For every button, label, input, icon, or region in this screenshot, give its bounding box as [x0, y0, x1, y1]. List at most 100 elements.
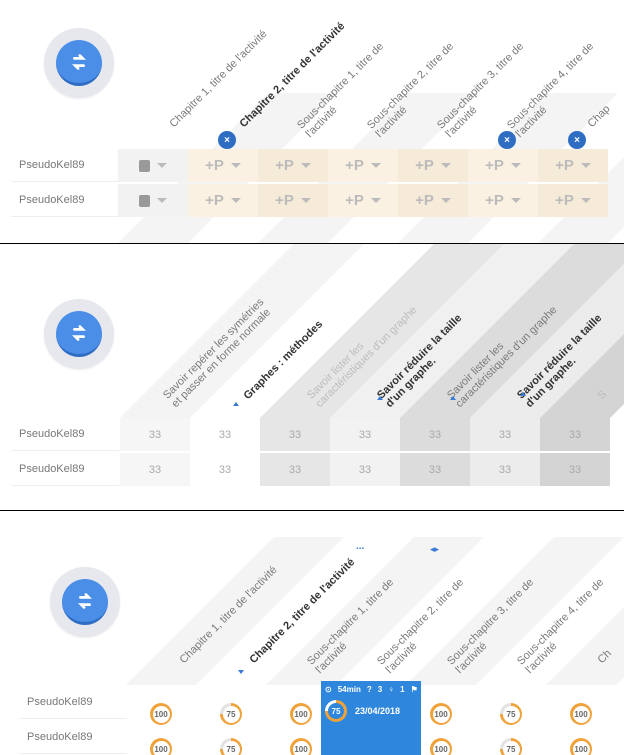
score-cell[interactable]: 33 — [260, 453, 330, 486]
panel-scores: Chapitre 1, titre de l'activité Chapitre… — [0, 511, 624, 755]
score-cell[interactable]: 33 — [540, 418, 610, 451]
score-ring[interactable]: 100 — [430, 703, 452, 725]
score-ring[interactable]: 75 — [500, 703, 522, 725]
plus-label: +P — [205, 192, 224, 209]
column-header[interactable]: Savoir repérer les symétries et passer e… — [161, 294, 277, 410]
table-row: PseudoKel89 +P +P +P +P +P +P — [0, 149, 624, 182]
score-cell[interactable]: 33 — [190, 453, 260, 486]
table-row: PseudoKel89 +P +P +P +P +P +P — [0, 184, 624, 217]
score-cell[interactable]: 33 — [190, 418, 260, 451]
plus-label: +P — [555, 192, 574, 209]
table-row: PseudoKel89 33 33 33 33 33 33 33 — [0, 453, 624, 486]
plus-cell[interactable]: +P — [328, 184, 398, 217]
score-ring[interactable]: 100 — [570, 703, 592, 725]
lock-icon — [139, 194, 150, 207]
plus-label: +P — [345, 192, 364, 209]
popup-score-ring: 75 — [325, 700, 347, 722]
plus-cell[interactable]: +P — [258, 184, 328, 217]
plus-label: +P — [485, 192, 504, 209]
lock-cell[interactable] — [118, 149, 188, 182]
sync-button[interactable] — [44, 299, 114, 369]
score-cell[interactable]: 33 — [470, 453, 540, 486]
score-value: 75 — [222, 740, 240, 755]
plus-cell[interactable]: +P — [468, 149, 538, 182]
score-ring[interactable]: 100 — [150, 703, 172, 725]
score-cell[interactable]: 33 — [120, 453, 190, 486]
lock-icon — [139, 159, 150, 172]
score-ring[interactable]: 75 — [500, 738, 522, 755]
sync-icon — [56, 311, 102, 357]
plus-cell[interactable]: +P — [468, 184, 538, 217]
sort-indicator — [520, 392, 526, 396]
plus-label: +P — [275, 192, 294, 209]
plus-cell[interactable]: +P — [188, 184, 258, 217]
score-ring[interactable]: 75 — [220, 738, 242, 755]
plus-cell[interactable]: +P — [328, 149, 398, 182]
pseudo-label: PseudoKel89 — [11, 149, 119, 182]
popup-flags: 3 — [423, 685, 429, 694]
score-ring[interactable]: 100 — [290, 738, 312, 755]
score-cell[interactable]: 33 — [400, 453, 470, 486]
score-ring[interactable]: 75 — [220, 703, 242, 725]
score-value: 75 — [222, 705, 240, 723]
table-row: PseudoKel89 — [0, 721, 624, 754]
score-cell[interactable]: 33 — [260, 418, 330, 451]
plus-cell[interactable]: +P — [188, 149, 258, 182]
popup-questions: 3 — [377, 685, 383, 694]
table-row: PseudoKel89 — [0, 686, 624, 719]
plus-label: +P — [415, 157, 434, 174]
plus-label: +P — [485, 157, 504, 174]
plus-cell[interactable]: +P — [538, 184, 608, 217]
panel-skills: Savoir repérer les symétries et passer e… — [0, 244, 624, 510]
sync-button[interactable] — [44, 28, 114, 98]
score-cell[interactable]: 33 — [540, 453, 610, 486]
score-cell[interactable]: 33 — [330, 453, 400, 486]
score-ring[interactable]: 100 — [430, 738, 452, 755]
score-value: 100 — [292, 740, 310, 755]
score-value: 100 — [152, 740, 170, 755]
more-icon[interactable]: ... — [356, 541, 364, 552]
plus-label: +P — [275, 157, 294, 174]
score-value: 100 — [572, 705, 590, 723]
close-icon[interactable]: × — [498, 131, 516, 149]
sync-icon — [62, 579, 108, 625]
plus-cell[interactable]: +P — [538, 149, 608, 182]
sort-indicator — [238, 670, 244, 674]
reorder-icon[interactable]: ◂▸ — [430, 544, 439, 555]
panel-chapters-plus: Chapitre 1, titre de l'activité Chapitre… — [0, 0, 624, 243]
sync-icon — [56, 40, 102, 86]
score-value: 100 — [292, 705, 310, 723]
table-row: PseudoKel89 33 33 33 33 33 33 33 — [0, 418, 624, 451]
plus-cell[interactable]: +P — [258, 149, 328, 182]
popup-score: 75 — [328, 703, 344, 719]
score-value: 75 — [502, 705, 520, 723]
score-value: 100 — [152, 705, 170, 723]
plus-label: +P — [555, 157, 574, 174]
plus-cell[interactable]: +P — [398, 184, 468, 217]
sync-button[interactable] — [50, 567, 120, 637]
plus-cell[interactable]: +P — [398, 149, 468, 182]
sort-indicator — [233, 402, 239, 406]
pin-icon: ♀ — [388, 685, 395, 694]
clock-icon: ⊙ — [325, 685, 332, 694]
score-cell[interactable]: 33 — [470, 418, 540, 451]
popup-time: 54min — [337, 685, 361, 694]
score-ring[interactable]: 100 — [150, 738, 172, 755]
score-ring[interactable]: 100 — [290, 703, 312, 725]
pseudo-label: PseudoKel89 — [19, 686, 127, 719]
activity-popup[interactable]: ⊙ 54min ? 3 ♀ 1 ⚑ 3 75 23/04/2018 — [321, 681, 428, 755]
score-cell[interactable]: 33 — [400, 418, 470, 451]
plus-label: +P — [345, 157, 364, 174]
pseudo-label: PseudoKel89 — [19, 721, 127, 754]
lock-cell[interactable] — [118, 184, 188, 217]
close-icon[interactable]: × — [568, 131, 586, 149]
sort-indicator — [377, 396, 383, 400]
plus-label: +P — [415, 192, 434, 209]
score-cell[interactable]: 33 — [330, 418, 400, 451]
popup-pins: 1 — [400, 685, 405, 694]
score-value: 100 — [432, 740, 450, 755]
score-cell[interactable]: 33 — [120, 418, 190, 451]
pseudo-label: PseudoKel89 — [11, 184, 119, 217]
score-ring[interactable]: 100 — [570, 738, 592, 755]
close-icon[interactable]: × — [218, 131, 236, 149]
